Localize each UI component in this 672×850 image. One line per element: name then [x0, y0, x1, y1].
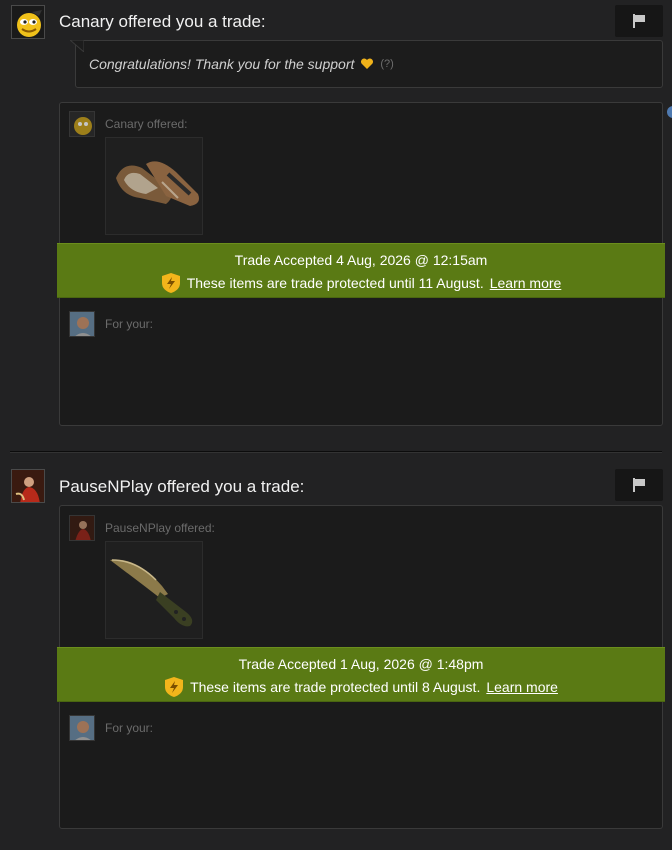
gloves-icon — [116, 161, 199, 206]
emoticon-avatar-icon — [74, 117, 92, 135]
trade-item-knife[interactable] — [105, 541, 203, 639]
for-your-label: For your: — [105, 721, 154, 735]
emoticon-avatar-icon — [12, 6, 44, 38]
trade-protected-text: These items are trade protected until 8 … — [190, 679, 481, 695]
learn-more-link[interactable]: Learn more — [486, 679, 558, 695]
trade-accepted-text: Trade Accepted 1 Aug, 2026 @ 1:48pm — [238, 656, 484, 672]
bubble-pointer-icon — [70, 40, 84, 52]
trade-message-bubble: Congratulations! Thank you for the suppo… — [75, 40, 663, 88]
scroll-edge-indicator — [667, 106, 672, 118]
trade-protection-shield-icon — [161, 273, 180, 293]
offered-label: PauseNPlay offered: — [105, 521, 215, 535]
offerer-mini-avatar — [69, 111, 95, 137]
trade-heading: Canary offered you a trade: — [59, 12, 266, 31]
trade-accepted-banner: Trade Accepted 4 Aug, 2026 @ 12:15am The… — [57, 243, 665, 298]
help-link[interactable]: (?) — [380, 58, 393, 70]
knife-icon — [110, 559, 193, 627]
trade-accepted-banner: Trade Accepted 1 Aug, 2026 @ 1:48pm Thes… — [57, 647, 665, 702]
receiver-mini-avatar — [69, 311, 95, 337]
trade-accepted-text: Trade Accepted 4 Aug, 2026 @ 12:15am — [234, 252, 488, 268]
sender-avatar-canary[interactable] — [11, 5, 45, 39]
learn-more-link[interactable]: Learn more — [490, 275, 562, 291]
trade-heading: PauseNPlay offered you a trade: — [59, 477, 305, 496]
for-your-label: For your: — [105, 317, 154, 331]
trade-item-gloves[interactable] — [105, 137, 203, 235]
heart-emoticon-icon — [361, 58, 374, 69]
flag-icon — [633, 478, 645, 492]
trade-protected-text: These items are trade protected until 11… — [186, 275, 484, 291]
report-flag-button[interactable] — [615, 469, 663, 501]
trade-divider — [10, 451, 662, 453]
trade-message-text: Congratulations! Thank you for the suppo… — [89, 56, 355, 72]
flag-icon — [633, 14, 645, 28]
offerer-mini-avatar — [69, 515, 95, 541]
user-avatar-icon — [70, 312, 94, 336]
report-flag-button[interactable] — [615, 5, 663, 37]
painting-avatar-icon — [12, 470, 44, 502]
painting-avatar-icon — [70, 516, 94, 540]
trade-protection-shield-icon — [165, 677, 184, 697]
sender-avatar-pausenplay[interactable] — [11, 469, 45, 503]
offered-label: Canary offered: — [105, 117, 188, 131]
receiver-mini-avatar — [69, 715, 95, 741]
user-avatar-icon — [70, 716, 94, 740]
